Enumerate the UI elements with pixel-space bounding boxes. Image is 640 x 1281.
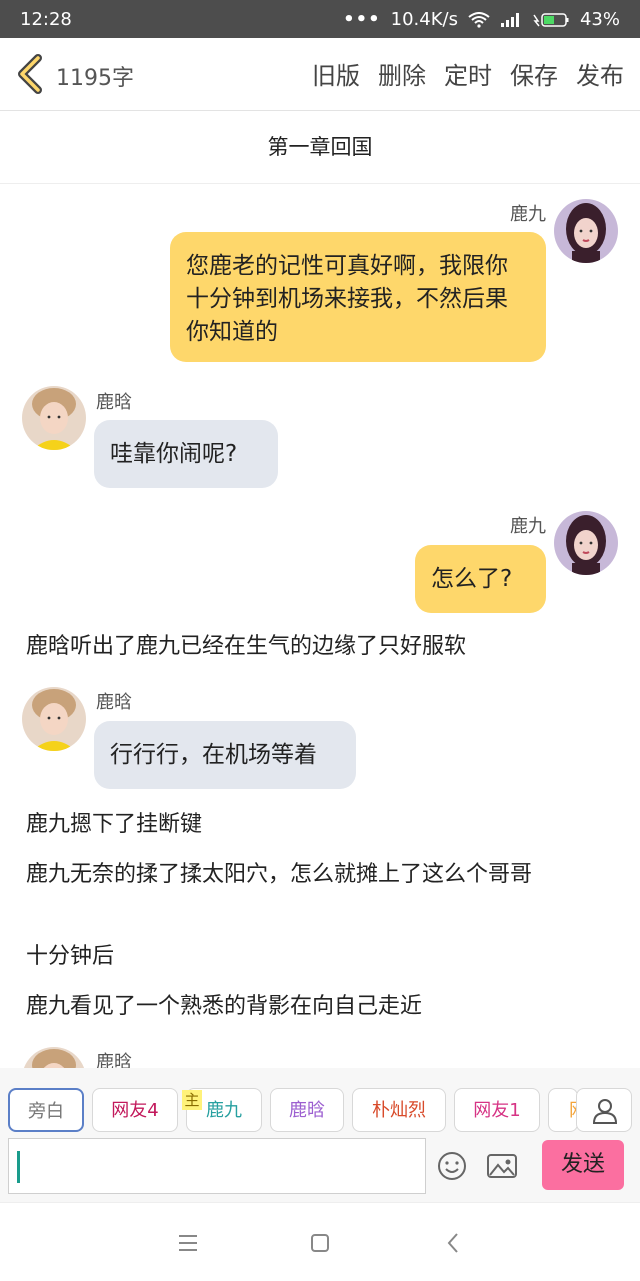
send-button[interactable]: 发送 xyxy=(542,1140,624,1190)
schedule-button[interactable]: 定时 xyxy=(444,56,492,91)
narration-text: 鹿九无奈的揉了揉太阳穴，怎么就摊上了这么个哥哥 xyxy=(26,862,533,887)
avatar-luhan[interactable] xyxy=(22,386,86,450)
delete-button[interactable]: 删除 xyxy=(378,56,426,91)
chapter-title[interactable]: 第一章回国 xyxy=(0,111,640,184)
network-speed: 10.4K/s xyxy=(390,9,458,30)
sender-name: 鹿晗 xyxy=(96,392,132,413)
back-icon[interactable] xyxy=(12,54,48,94)
message-bubble: 您鹿老的记性可真好啊，我限你十分钟到机场来接我，不然后果你知道的 xyxy=(170,232,546,362)
chat-content: 鹿九 您鹿老的记性可真好啊，我限你十分钟到机场来接我，不然后果你知道的 鹿晗 哇… xyxy=(0,184,640,1068)
role-narrator[interactable]: 旁白 xyxy=(8,1088,84,1132)
avatar-luji[interactable] xyxy=(554,511,618,575)
sender-name: 鹿晗 xyxy=(96,1052,132,1068)
word-count: 1195字 xyxy=(56,66,134,91)
avatar-luji[interactable] xyxy=(554,199,618,263)
message-bubble: 行行行，在机场等着 xyxy=(94,721,356,789)
input-bar: 发送 xyxy=(0,1136,640,1202)
status-time: 12:28 xyxy=(20,9,72,30)
sender-name: 鹿九 xyxy=(510,204,546,225)
message-input[interactable] xyxy=(8,1138,426,1194)
wifi-icon xyxy=(468,11,490,28)
text-caret xyxy=(17,1151,20,1183)
publish-button[interactable]: 发布 xyxy=(576,56,624,91)
message-bubble: 怎么了? xyxy=(415,545,546,613)
narration-text: 鹿晗听出了鹿九已经在生气的边缘了只好服软 xyxy=(26,634,467,659)
sender-name: 鹿九 xyxy=(510,516,546,537)
old-version-button[interactable]: 旧版 xyxy=(312,56,360,91)
image-icon[interactable] xyxy=(486,1150,518,1182)
avatar-luhan[interactable] xyxy=(22,687,86,751)
main-role-badge: 主 xyxy=(182,1090,202,1110)
battery-percent: 43% xyxy=(579,9,620,30)
add-role-button[interactable] xyxy=(576,1088,632,1132)
role-netizen1[interactable]: 网友1 xyxy=(454,1088,540,1132)
narration-text: 鹿九摁下了挂断键 xyxy=(26,812,203,837)
user-icon xyxy=(592,1099,618,1124)
status-bar: 12:28 ••• 10.4K/s 43% xyxy=(0,0,640,38)
save-button[interactable]: 保存 xyxy=(510,56,558,91)
role-park-chanyeol[interactable]: 朴灿烈 xyxy=(352,1088,446,1132)
menu-icon[interactable] xyxy=(174,1229,202,1257)
role-luhan[interactable]: 鹿晗 xyxy=(270,1088,344,1132)
editor-toolbar: 1195字 旧版 删除 定时 保存 发布 xyxy=(0,38,640,111)
role-partial[interactable]: 网 xyxy=(548,1088,578,1132)
narration-text: 十分钟后 xyxy=(26,944,115,969)
back-nav-icon[interactable] xyxy=(440,1229,468,1257)
sender-name: 鹿晗 xyxy=(96,692,132,713)
battery-icon xyxy=(533,12,569,27)
role-netizen4[interactable]: 网友4 xyxy=(92,1088,178,1132)
signal-icon xyxy=(500,12,519,27)
emoji-icon[interactable] xyxy=(436,1150,468,1182)
status-dots: ••• xyxy=(343,9,381,30)
system-nav-bar xyxy=(0,1202,640,1281)
home-icon[interactable] xyxy=(306,1229,334,1257)
message-bubble: 哇靠你闹呢? xyxy=(94,420,278,488)
avatar-luhan[interactable] xyxy=(22,1047,86,1068)
narration-text: 鹿九看见了一个熟悉的背影在向自己走近 xyxy=(26,994,423,1019)
